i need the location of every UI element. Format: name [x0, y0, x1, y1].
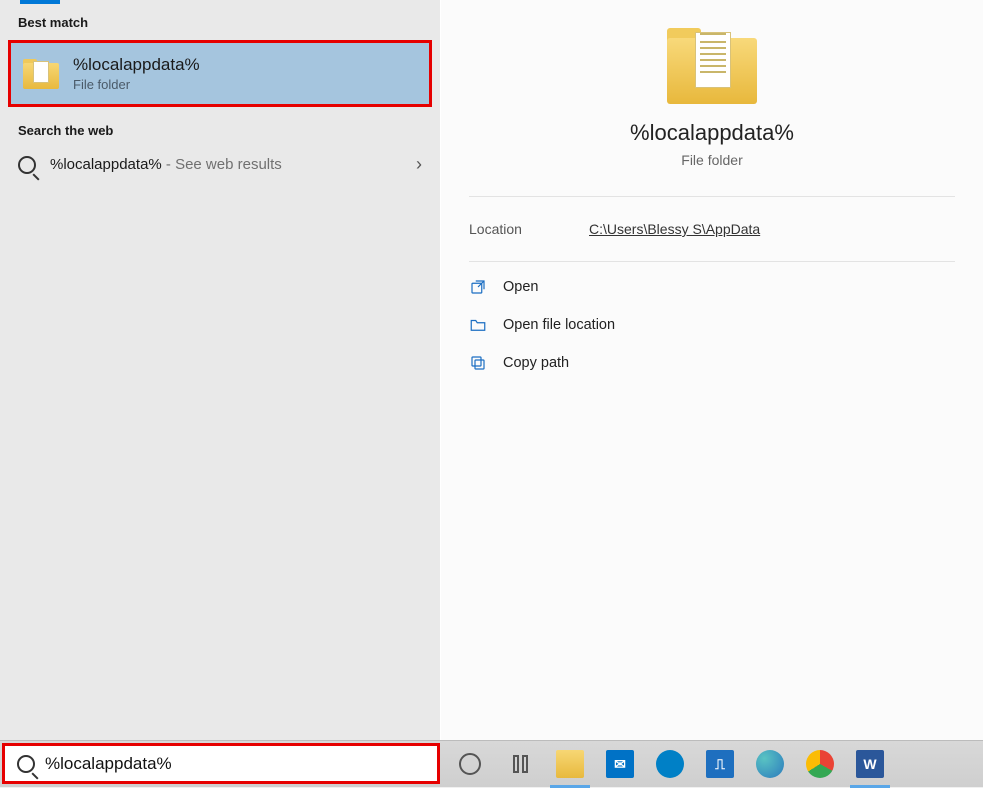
separator: [469, 261, 955, 262]
location-label: Location: [469, 221, 549, 237]
dell-icon: [656, 750, 684, 778]
edge-icon: [756, 750, 784, 778]
microsoft-tips-button[interactable]: ⎍: [696, 741, 744, 788]
folder-icon: [667, 28, 757, 104]
location-row: Location C:\Users\Blessy S\AppData: [441, 203, 983, 255]
action-copy-path[interactable]: Copy path: [441, 344, 983, 382]
tips-icon: ⎍: [706, 750, 734, 778]
best-match-title: %localappdata%: [73, 55, 200, 75]
cortana-button[interactable]: [446, 741, 494, 788]
web-result-query: %localappdata%: [50, 156, 162, 173]
file-explorer-icon: [556, 750, 584, 778]
search-icon: [18, 156, 36, 174]
copy-icon: [469, 354, 487, 372]
web-search-result[interactable]: %localappdata% - See web results ›: [0, 144, 440, 185]
action-open[interactable]: Open: [441, 268, 983, 306]
dell-app-button[interactable]: [646, 741, 694, 788]
action-open-file-location[interactable]: Open file location: [441, 306, 983, 344]
chrome-button[interactable]: [796, 741, 844, 788]
action-copy-path-label: Copy path: [503, 355, 569, 371]
taskbar-icons: ✉ ⎍ W: [442, 741, 894, 788]
search-web-heading: Search the web: [0, 117, 440, 144]
location-link[interactable]: C:\Users\Blessy S\AppData: [589, 221, 760, 237]
word-button[interactable]: W: [846, 741, 894, 788]
folder-icon: [23, 59, 59, 89]
taskbar: ✉ ⎍ W: [0, 740, 983, 787]
cortana-icon: [459, 753, 481, 775]
action-open-label: Open: [503, 279, 538, 295]
task-view-button[interactable]: [496, 741, 544, 788]
preview-title: %localappdata%: [630, 120, 794, 146]
word-icon: W: [856, 750, 884, 778]
preview-pane: %localappdata% File folder Location C:\U…: [440, 0, 983, 787]
preview-subtitle: File folder: [681, 152, 742, 168]
best-match-heading: Best match: [0, 9, 440, 36]
search-icon: [17, 755, 35, 773]
filter-tab-strip[interactable]: [0, 6, 440, 9]
web-result-suffix: - See web results: [162, 156, 282, 173]
mail-icon: ✉: [606, 750, 634, 778]
open-icon: [469, 278, 487, 296]
best-match-result[interactable]: %localappdata% File folder: [8, 40, 432, 107]
windows-search-flyout: Best match %localappdata% File folder Se…: [0, 0, 983, 787]
action-open-location-label: Open file location: [503, 317, 615, 333]
search-input[interactable]: [45, 754, 425, 774]
results-pane: Best match %localappdata% File folder Se…: [0, 0, 440, 787]
edge-button[interactable]: [746, 741, 794, 788]
file-explorer-button[interactable]: [546, 741, 594, 788]
taskbar-search-box[interactable]: [2, 743, 440, 784]
best-match-subtitle: File folder: [73, 77, 200, 92]
folder-location-icon: [469, 316, 487, 334]
chevron-right-icon: ›: [416, 154, 422, 175]
task-view-icon: [513, 755, 528, 773]
chrome-icon: [806, 750, 834, 778]
separator: [469, 196, 955, 197]
mail-button[interactable]: ✉: [596, 741, 644, 788]
flyout-body: Best match %localappdata% File folder Se…: [0, 0, 983, 787]
